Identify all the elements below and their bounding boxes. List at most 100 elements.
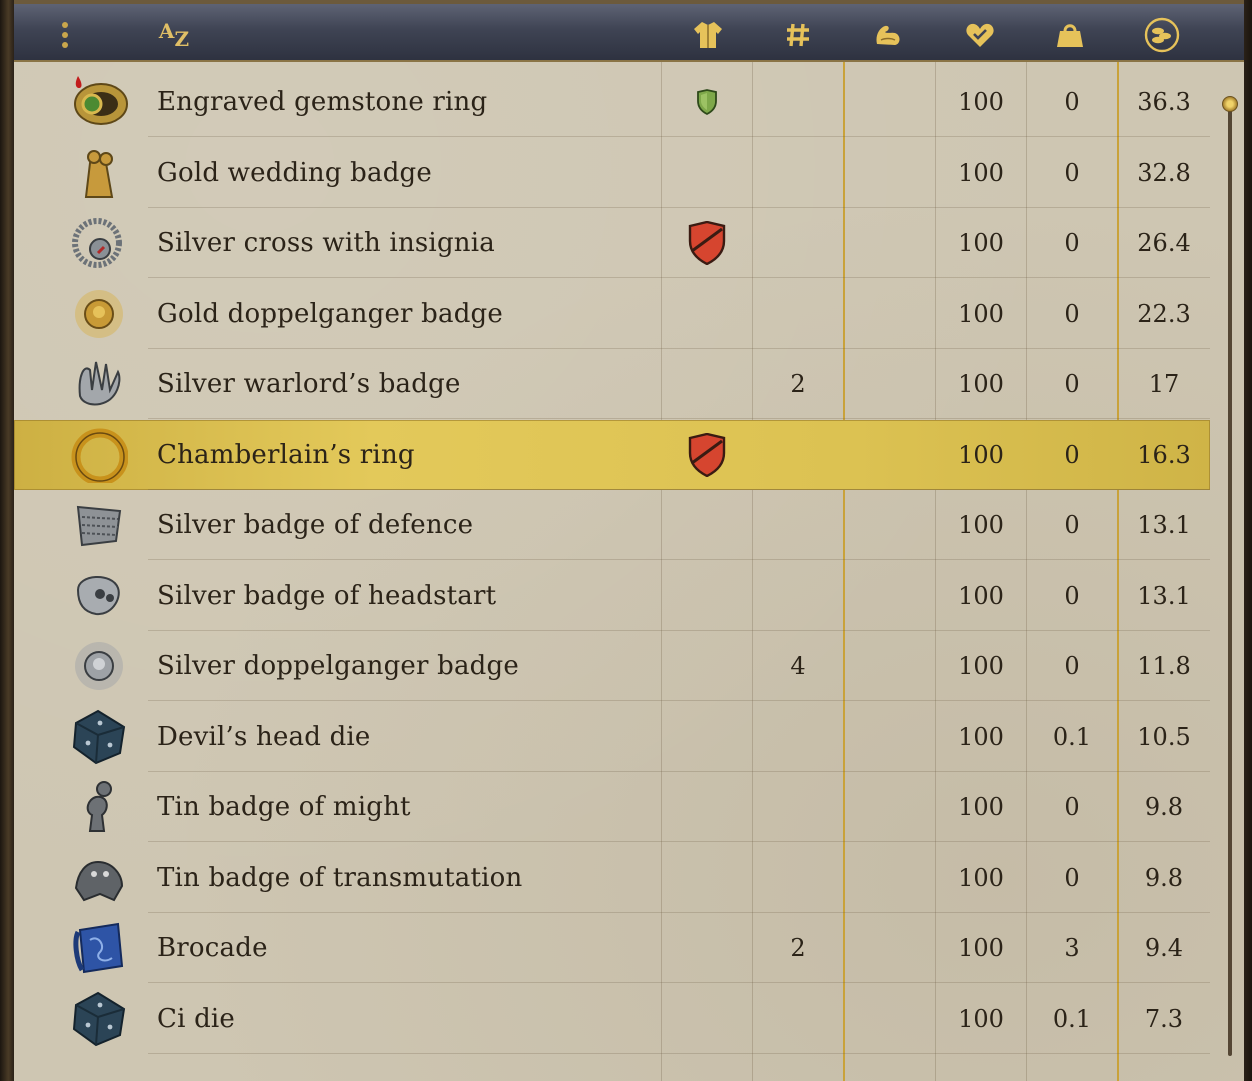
warlord-badge-icon xyxy=(68,355,130,413)
silver-cross-icon xyxy=(68,214,130,272)
armor-shield-red-icon xyxy=(688,221,726,265)
die-icon xyxy=(68,708,130,766)
armor-cell xyxy=(662,913,752,983)
table-row[interactable]: Silver cross with insignia 100 0 26.4 xyxy=(14,208,1210,278)
item-name: Gold doppelganger badge xyxy=(157,298,503,329)
price-cell: 7.3 xyxy=(1144,1004,1184,1033)
table-row[interactable]: Ci die 100 0.1 7.3 xyxy=(14,984,1210,1054)
table-row[interactable]: Tin badge of might 100 0 9.8 xyxy=(14,772,1210,842)
wedding-badge-icon xyxy=(68,144,130,202)
table-row-selected[interactable]: Chamberlain’s ring 100 0 16.3 xyxy=(14,419,1210,490)
strength-cell xyxy=(844,279,936,349)
armor-cell xyxy=(662,138,752,208)
count-cell xyxy=(752,420,844,490)
price-cell: 13.1 xyxy=(1137,581,1191,610)
sort-az-icon: AZ xyxy=(158,19,190,51)
count-cell xyxy=(752,67,844,137)
armor-cell xyxy=(662,490,752,560)
count-cell xyxy=(752,279,844,349)
table-row[interactable]: Silver badge of headstart 100 0 13.1 xyxy=(14,561,1210,631)
strength-cell xyxy=(844,843,936,913)
strength-cell xyxy=(844,984,936,1054)
count-cell: 4 xyxy=(790,652,806,680)
price-cell: 10.5 xyxy=(1137,722,1191,751)
scrollbar[interactable] xyxy=(1222,96,1238,1056)
condition-cell: 100 xyxy=(958,299,1004,328)
count-cell xyxy=(752,490,844,560)
sort-by-armor-button[interactable] xyxy=(688,18,728,52)
weight-cell: 0 xyxy=(1064,370,1080,398)
condition-cell: 100 xyxy=(958,793,1004,821)
strength-cell xyxy=(844,420,936,490)
condition-cell: 100 xyxy=(958,863,1004,892)
gargoyle-badge-icon xyxy=(68,849,130,907)
condition-cell: 100 xyxy=(958,440,1004,469)
strength-cell xyxy=(844,138,936,208)
item-name: Silver badge of defence xyxy=(157,510,474,540)
armor-cell xyxy=(662,67,752,137)
count-cell xyxy=(752,843,844,913)
price-cell: 32.8 xyxy=(1137,158,1191,187)
weight-cell: 0 xyxy=(1064,793,1080,821)
menu-dots-icon[interactable] xyxy=(54,18,76,52)
armor-icon xyxy=(694,22,722,48)
price-cell: 13.1 xyxy=(1137,511,1191,539)
weight-cell: 0 xyxy=(1064,652,1080,680)
price-cell: 11.8 xyxy=(1137,652,1191,680)
condition-cell: 100 xyxy=(958,370,1004,398)
weight-cell: 0 xyxy=(1064,581,1080,610)
count-cell xyxy=(752,561,844,631)
table-row[interactable]: Silver doppelganger badge 4 100 0 11.8 xyxy=(14,631,1210,701)
condition-cell: 100 xyxy=(958,1004,1004,1033)
sort-by-count-button[interactable] xyxy=(778,18,818,52)
armor-cell xyxy=(662,702,752,772)
sort-by-condition-button[interactable] xyxy=(960,18,1000,52)
weight-cell: 0.1 xyxy=(1052,722,1092,751)
strength-cell xyxy=(844,561,936,631)
sort-by-name-button[interactable]: AZ xyxy=(152,18,196,52)
item-name: Ci die xyxy=(157,1003,236,1034)
condition-cell: 100 xyxy=(958,511,1004,539)
item-name: Chamberlain’s ring xyxy=(157,439,415,470)
weight-cell: 0.1 xyxy=(1052,1004,1092,1033)
count-cell xyxy=(752,208,844,278)
column-header-bar: AZ xyxy=(14,0,1244,62)
price-cell: 9.4 xyxy=(1144,934,1184,962)
item-name: Brocade xyxy=(157,933,268,963)
table-row[interactable]: Engraved gemstone ring 100 0 36.3 xyxy=(14,67,1210,137)
table-row[interactable]: Silver badge of defence 100 0 13.1 xyxy=(14,490,1210,560)
sort-by-strength-button[interactable] xyxy=(868,18,908,52)
die-icon xyxy=(68,990,130,1048)
strength-cell xyxy=(844,208,936,278)
weight-cell: 0 xyxy=(1064,440,1080,469)
heart-health-icon xyxy=(966,23,994,47)
condition-cell: 100 xyxy=(958,581,1004,610)
table-row[interactable]: Devil’s head die 100 0.1 10.5 xyxy=(14,702,1210,772)
price-cell: 16.3 xyxy=(1137,440,1191,469)
price-cell: 36.3 xyxy=(1137,88,1191,116)
table-row[interactable]: Brocade 2 100 3 9.4 xyxy=(14,913,1210,983)
sort-by-weight-button[interactable] xyxy=(1050,18,1090,52)
weight-cell: 0 xyxy=(1064,158,1080,187)
count-cell xyxy=(752,702,844,772)
strength-cell xyxy=(844,631,936,701)
scroll-thumb[interactable] xyxy=(1222,96,1238,112)
table-row[interactable]: Gold doppelganger badge 100 0 22.3 xyxy=(14,279,1210,349)
table-row[interactable]: Silver warlord’s badge 2 100 0 17 xyxy=(14,349,1210,419)
weight-cell: 0 xyxy=(1064,88,1080,116)
table-row[interactable]: Gold wedding badge 100 0 32.8 xyxy=(14,138,1210,208)
item-name: Silver badge of headstart xyxy=(157,580,497,611)
hash-icon xyxy=(787,23,809,47)
price-cell: 9.8 xyxy=(1144,863,1184,892)
armor-cell xyxy=(662,561,752,631)
strength-arm-icon xyxy=(876,25,900,45)
count-cell xyxy=(752,772,844,842)
window-frame-right xyxy=(1244,0,1252,1081)
armor-shield-red-icon xyxy=(688,432,726,477)
gemstone-ring-icon xyxy=(68,73,130,131)
weight-cell: 0 xyxy=(1064,299,1080,328)
sort-by-price-button[interactable] xyxy=(1142,17,1182,53)
scroll-track[interactable] xyxy=(1228,106,1232,1056)
table-row[interactable]: Tin badge of transmutation 100 0 9.8 xyxy=(14,843,1210,913)
armor-cell xyxy=(662,984,752,1054)
